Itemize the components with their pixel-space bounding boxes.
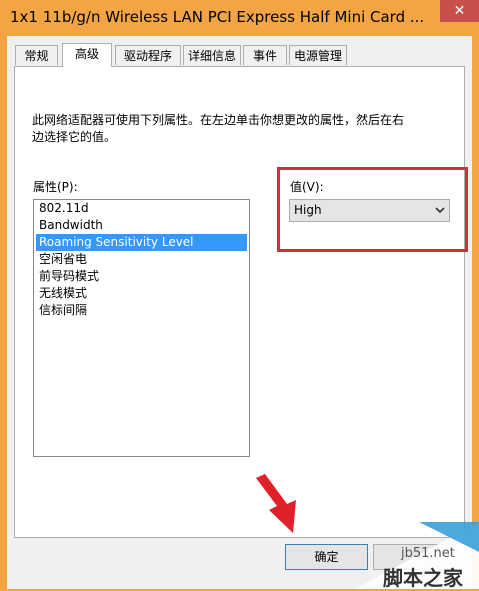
highlight-box xyxy=(277,167,468,252)
tab-driver[interactable]: 驱动程序 xyxy=(115,45,181,65)
watermark-site: jb51.net xyxy=(401,546,455,561)
tab-events[interactable]: 事件 xyxy=(243,45,287,65)
list-item[interactable]: 无线模式 xyxy=(36,285,247,302)
tab-details[interactable]: 详细信息 xyxy=(183,45,241,65)
list-item[interactable]: 空闲省电 xyxy=(36,251,247,268)
property-listbox[interactable]: 802.11d Bandwidth Roaming Sensitivity Le… xyxy=(33,199,250,457)
watermark-brand: 脚本之家 xyxy=(383,566,463,590)
tab-general[interactable]: 常规 xyxy=(15,45,58,65)
watermark: jb51.net 脚本之家 xyxy=(355,522,479,590)
window-title: 1x1 11b/g/n Wireless LAN PCI Express Hal… xyxy=(10,8,425,26)
close-button[interactable]: ✕ xyxy=(440,0,479,22)
property-label: 属性(P): xyxy=(33,180,78,194)
dialog-client-area: 常规 高级 驱动程序 详细信息 事件 电源管理 此网络适配器可使用下列属性。在左… xyxy=(7,36,472,589)
list-item[interactable]: 前导码模式 xyxy=(36,268,247,285)
tab-advanced[interactable]: 高级 xyxy=(62,43,112,67)
list-item[interactable]: Bandwidth xyxy=(36,217,247,234)
list-item[interactable]: 802.11d xyxy=(36,200,247,217)
list-item[interactable]: 信标间隔 xyxy=(36,302,247,319)
advanced-tab-panel: 此网络适配器可使用下列属性。在左边单击你想更改的属性，然后在右边选择它的值。 属… xyxy=(14,66,468,538)
description-text: 此网络适配器可使用下列属性。在左边单击你想更改的属性，然后在右边选择它的值。 xyxy=(32,113,405,144)
title-bar: 1x1 11b/g/n Wireless LAN PCI Express Hal… xyxy=(0,0,479,36)
tab-power-management[interactable]: 电源管理 xyxy=(289,45,347,65)
list-item-selected[interactable]: Roaming Sensitivity Level xyxy=(36,234,247,251)
